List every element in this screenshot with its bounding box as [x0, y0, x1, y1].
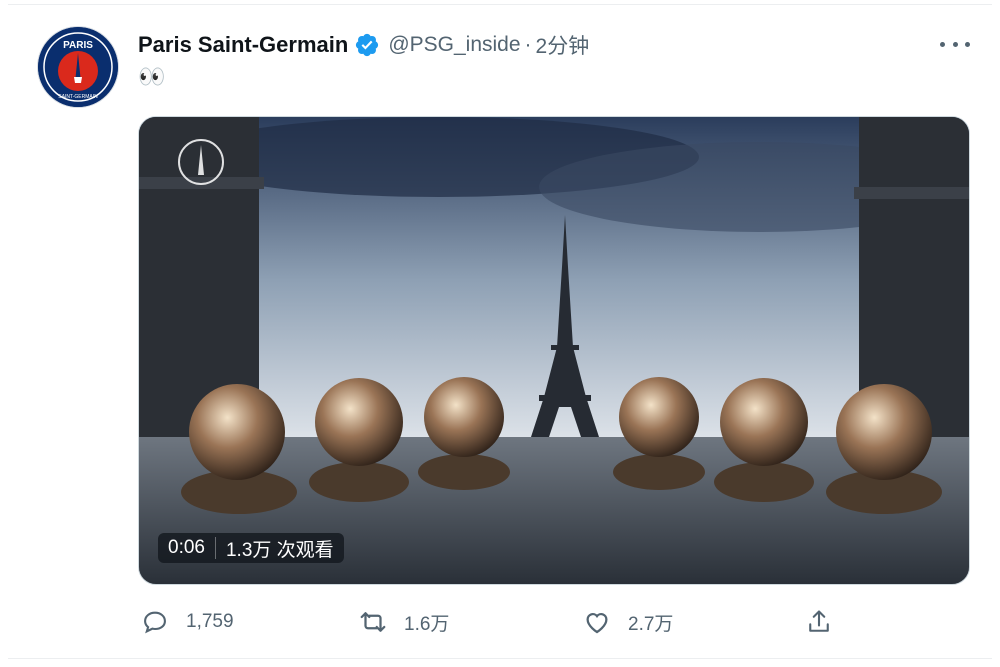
- tweet-actions: 1,759 1.6万 2.7万: [138, 602, 968, 642]
- retweet-button[interactable]: 1.6万: [356, 602, 449, 642]
- share-button[interactable]: [802, 602, 836, 642]
- video-player[interactable]: [138, 116, 970, 585]
- like-count: 2.7万: [628, 613, 674, 635]
- bottom-divider: [8, 658, 992, 659]
- video-info-badge: 0:06 1.3万 次观看: [158, 533, 344, 563]
- separator-dot: ·: [524, 33, 532, 56]
- share-icon: [802, 605, 836, 639]
- tweet-text: 👀: [138, 64, 168, 89]
- video-duration: 0:06: [168, 537, 205, 558]
- video-thumbnail: [139, 117, 969, 584]
- reply-count: 1,759: [186, 611, 234, 632]
- top-divider: [8, 4, 992, 5]
- verified-badge-icon: [354, 32, 380, 58]
- svg-text:PARIS: PARIS: [63, 40, 93, 51]
- retweet-icon: [356, 605, 390, 639]
- psg-logo: PARIS SAINT-GERMAIN: [38, 27, 118, 107]
- author-avatar[interactable]: PARIS SAINT-GERMAIN: [38, 27, 118, 107]
- like-button[interactable]: 2.7万: [580, 602, 673, 642]
- reply-icon: [138, 605, 172, 639]
- tweet-header: Paris Saint-Germain @PSG_inside · 2分钟: [138, 30, 589, 60]
- svg-text:SAINT-GERMAIN: SAINT-GERMAIN: [58, 94, 98, 100]
- video-views: 1.3万 次观看: [225, 539, 334, 561]
- more-options-icon[interactable]: [940, 36, 970, 52]
- like-icon: [580, 605, 614, 639]
- retweet-count: 1.6万: [404, 613, 450, 635]
- tweet-card[interactable]: PARIS SAINT-GERMAIN Paris Saint-Germain …: [0, 0, 1000, 667]
- reply-button[interactable]: 1,759: [138, 602, 234, 642]
- author-handle[interactable]: @PSG_inside: [388, 33, 520, 57]
- tweet-timestamp[interactable]: 2分钟: [536, 30, 590, 60]
- author-name[interactable]: Paris Saint-Germain: [138, 32, 348, 58]
